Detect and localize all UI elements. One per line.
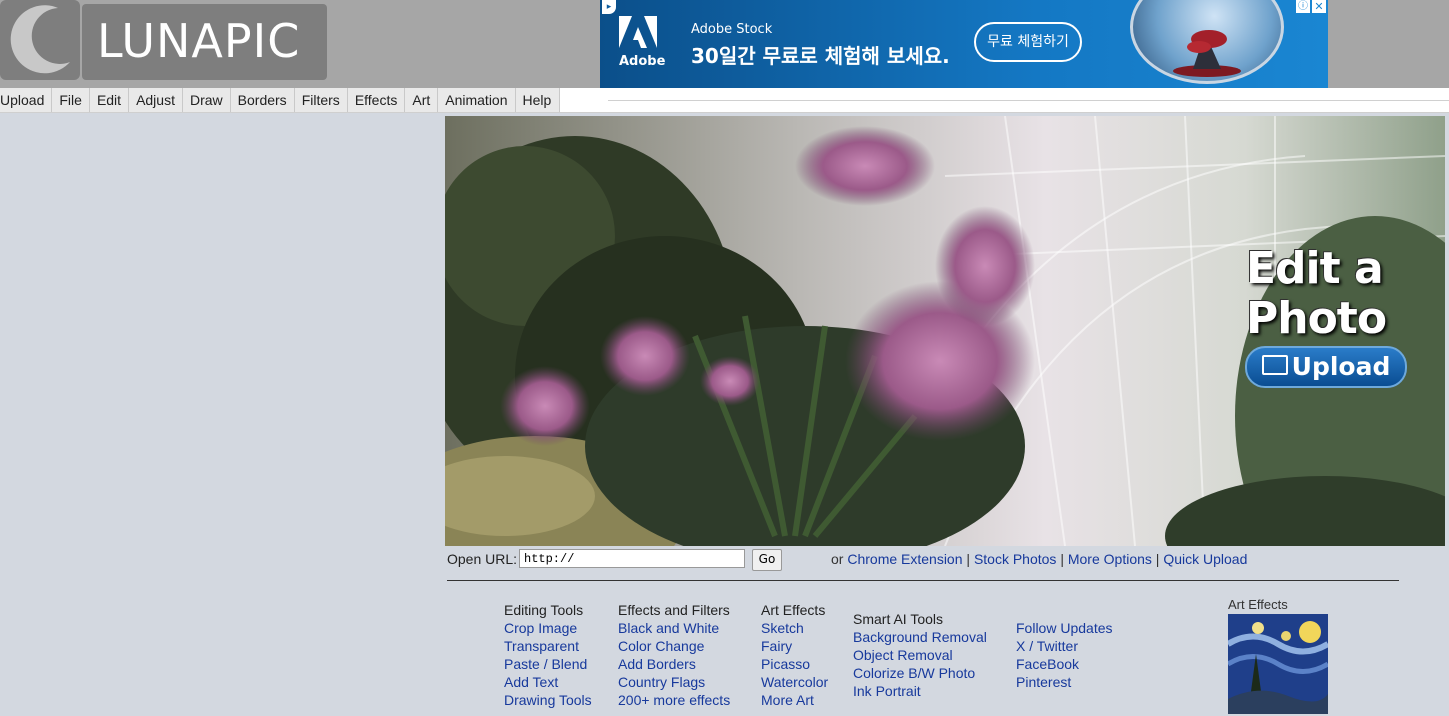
add-borders-link[interactable]: Add Borders [618,655,730,673]
picasso-link[interactable]: Picasso [761,655,828,673]
link-separator: | [1060,551,1064,567]
top-bar: LUNAPIC ▸ Adobe Adobe Stock 30일간 무료로 체험해… [0,0,1449,88]
url-input[interactable] [519,549,745,568]
column-heading: Editing Tools [504,602,584,618]
hero-title: Edit a Photo [1246,243,1387,344]
menu-file[interactable]: File [59,88,90,112]
section-divider [447,580,1399,581]
advertisement-banner[interactable]: ▸ Adobe Adobe Stock 30일간 무료로 체험해 보세요. 무료… [600,0,1328,88]
follow-updates-link[interactable]: Follow Updates [1016,619,1113,637]
column-heading: Effects and Filters [618,602,730,618]
menu-divider [608,100,1449,101]
starry-night-thumbnail[interactable] [1228,614,1328,714]
ad-snow-globe-image [1130,0,1284,84]
ad-close-icon[interactable]: ✕ [1312,0,1326,13]
fairy-link[interactable]: Fairy [761,637,828,655]
stock-photos-link[interactable]: Stock Photos [974,551,1057,567]
menu-help[interactable]: Help [523,88,561,112]
more-effects-link[interactable]: 200+ more effects [618,691,730,709]
sketch-link[interactable]: Sketch [761,619,828,637]
link-separator: | [1155,551,1160,567]
art-effects-column: Art Effects Sketch Fairy Picasso Waterco… [761,601,828,709]
twitter-link[interactable]: X / Twitter [1016,637,1113,655]
column-heading: Art Effects [761,602,826,618]
background-removal-link[interactable]: Background Removal [853,628,987,646]
ad-headline: 30일간 무료로 체험해 보세요. [691,44,950,68]
effects-filters-column: Effects and Filters Black and White Colo… [618,601,730,709]
social-column: Follow Updates X / Twitter FaceBook Pint… [1016,619,1113,691]
link-separator: | [966,551,971,567]
crop-image-link[interactable]: Crop Image [504,619,592,637]
menu-art[interactable]: Art [412,88,439,112]
logo-text: LUNAPIC [97,14,301,68]
ink-portrait-link[interactable]: Ink Portrait [853,682,987,700]
more-options-link[interactable]: More Options [1068,551,1152,567]
add-text-link[interactable]: Add Text [504,673,592,691]
hero-banner[interactable]: Edit a Photo Upload [445,116,1445,546]
facebook-link[interactable]: FaceBook [1016,655,1113,673]
folder-icon [1261,355,1288,375]
ad-info-icon[interactable]: ⓘ [1296,0,1310,13]
menu-borders[interactable]: Borders [238,88,295,112]
column-heading: Smart AI Tools [853,611,944,627]
upload-options-links: or Chrome Extension | Stock Photos | Mor… [831,551,1247,567]
pinterest-link[interactable]: Pinterest [1016,673,1113,691]
upload-button[interactable]: Upload [1245,346,1407,388]
menu-filters[interactable]: Filters [302,88,348,112]
color-change-link[interactable]: Color Change [618,637,730,655]
menu-draw[interactable]: Draw [190,88,231,112]
ad-choices-icon[interactable]: ▸ [602,0,616,14]
hero-title-line-1: Edit a [1246,243,1384,294]
lunapic-logo[interactable]: LUNAPIC [0,0,330,80]
drawing-tools-link[interactable]: Drawing Tools [504,691,592,709]
open-url-label: Open URL: [447,551,518,567]
menu-bar: Upload File Edit Adjust Draw Borders Fil… [0,88,1449,113]
menu-edit[interactable]: Edit [97,88,130,112]
menu-effects[interactable]: Effects [355,88,406,112]
colorize-link[interactable]: Colorize B/W Photo [853,664,987,682]
ad-logo-text: Adobe [619,54,666,69]
paste-blend-link[interactable]: Paste / Blend [504,655,592,673]
menu-adjust[interactable]: Adjust [136,88,183,112]
ad-brand: Adobe Stock [691,22,773,37]
menu-animation[interactable]: Animation [445,88,516,112]
menu-items: Upload File Edit Adjust Draw Borders Fil… [0,88,561,112]
object-removal-link[interactable]: Object Removal [853,646,987,664]
smart-ai-tools-column: Smart AI Tools Background Removal Object… [853,610,987,700]
menu-upload[interactable]: Upload [0,88,53,112]
black-and-white-link[interactable]: Black and White [618,619,730,637]
chrome-extension-link[interactable]: Chrome Extension [847,551,962,567]
editing-tools-column: Editing Tools Crop Image Transparent Pas… [504,601,592,709]
art-effects-label: Art Effects [1228,597,1288,612]
quick-upload-link[interactable]: Quick Upload [1163,551,1247,567]
more-art-link[interactable]: More Art [761,691,828,709]
adobe-logo-icon [619,16,657,48]
transparent-link[interactable]: Transparent [504,637,592,655]
upload-button-label: Upload [1291,352,1391,381]
hero-title-line-2: Photo [1246,293,1387,344]
watercolor-link[interactable]: Watercolor [761,673,828,691]
links-prefix: or [831,551,844,567]
moon-logo-icon [0,0,80,80]
go-button[interactable]: Go [752,549,782,571]
country-flags-link[interactable]: Country Flags [618,673,730,691]
ad-cta-button[interactable]: 무료 체험하기 [974,22,1082,62]
